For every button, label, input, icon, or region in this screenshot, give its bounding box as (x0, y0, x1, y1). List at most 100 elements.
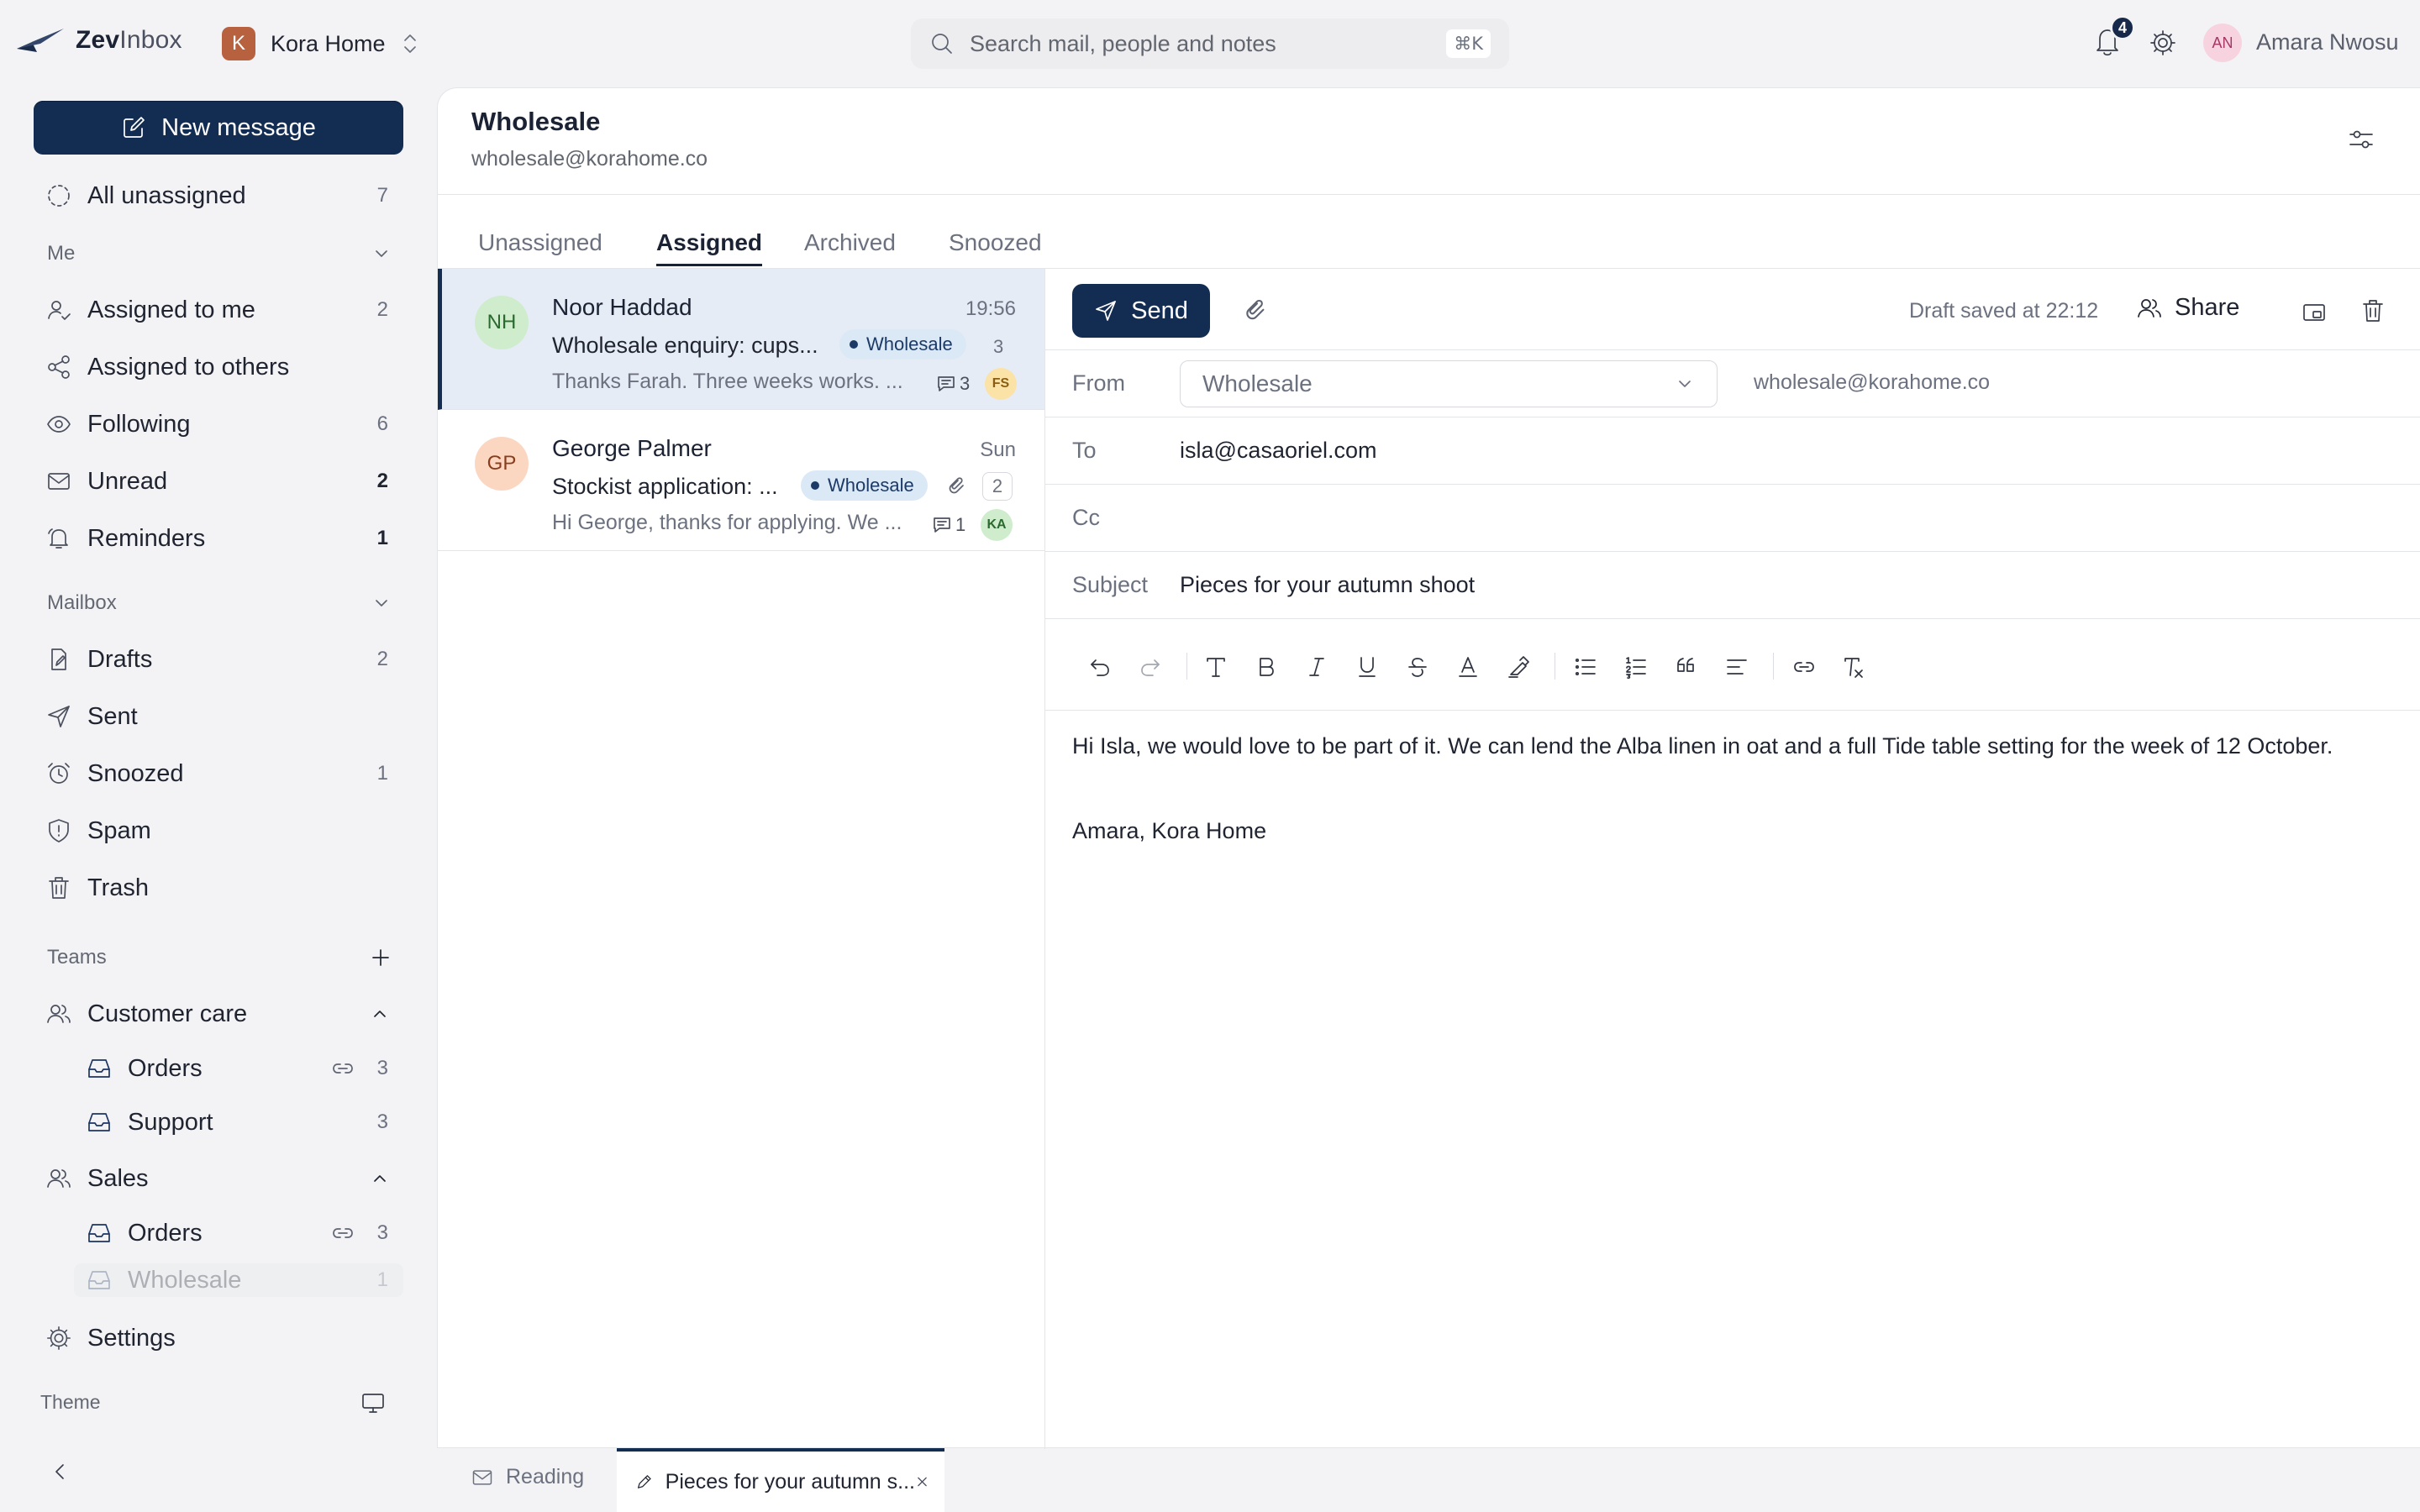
filter-settings-icon[interactable] (2347, 125, 2375, 154)
sidebar-item-settings[interactable]: Settings (34, 1314, 403, 1362)
sidebar-item-following[interactable]: Following 6 (34, 400, 403, 449)
team-inbox-orders[interactable]: Orders 3 (74, 1210, 403, 1257)
sidebar-item-assigned-to-me[interactable]: Assigned to me 2 (34, 286, 403, 334)
conversation-time: Sun (980, 438, 1016, 461)
from-label: From (1072, 370, 1125, 396)
team-inbox-label: Support (128, 1108, 213, 1136)
quote-icon[interactable] (1674, 654, 1699, 680)
numbered-list-icon[interactable] (1623, 654, 1649, 680)
subject-field[interactable]: Pieces for your autumn shoot (1180, 572, 1475, 598)
sidebar-item-count: 2 (376, 298, 388, 321)
mail-icon (472, 1469, 492, 1485)
inbox-icon (86, 1220, 114, 1247)
user-name[interactable]: Amara Nwosu (2256, 29, 2399, 55)
trash-icon (45, 874, 74, 901)
attachment-icon[interactable] (1244, 297, 1270, 324)
app-logo[interactable]: ZevInbox (15, 24, 182, 57)
workspace-switcher[interactable]: K Kora Home (222, 25, 419, 62)
tab-unassigned[interactable]: Unassigned (478, 229, 602, 266)
link-icon[interactable] (1791, 654, 1817, 680)
new-message-button[interactable]: New message (34, 101, 403, 155)
from-selected-value: Wholesale (1202, 370, 1313, 396)
inbox-icon (86, 1109, 114, 1136)
tab-snoozed[interactable]: Snoozed (949, 229, 1042, 266)
trash-icon[interactable] (2360, 297, 2386, 324)
collapse-sidebar-icon[interactable] (49, 1460, 72, 1483)
redo-icon[interactable] (1138, 654, 1163, 680)
sidebar-item-drafts[interactable]: Drafts 2 (34, 635, 403, 684)
team-inbox-label: Orders (128, 1219, 203, 1247)
share-button[interactable]: Share (2136, 294, 2239, 322)
conversation-subject: Wholesale enquiry: cups... (552, 333, 818, 358)
bullet-list-icon[interactable] (1573, 654, 1598, 680)
user-avatar[interactable]: AN (2203, 24, 2242, 62)
popout-window-icon[interactable] (2301, 299, 2328, 326)
tab-draft[interactable]: Pieces for your autumn s... (617, 1448, 944, 1512)
message-count: 2 (982, 472, 1013, 501)
tab-archived[interactable]: Archived (804, 229, 896, 266)
undo-icon[interactable] (1087, 654, 1113, 680)
search-bar[interactable]: ⌘K (911, 18, 1509, 69)
sidebar-item-reminders[interactable]: Reminders 1 (34, 514, 403, 563)
clear-format-icon[interactable] (1842, 654, 1867, 680)
close-icon[interactable] (915, 1473, 929, 1491)
strikethrough-icon[interactable] (1405, 654, 1430, 680)
sidebar-item-unread[interactable]: Unread 2 (34, 457, 403, 506)
italic-icon[interactable] (1304, 654, 1329, 680)
send-button[interactable]: Send (1072, 284, 1210, 338)
gear-icon[interactable] (2149, 29, 2177, 57)
to-field[interactable]: isla@casaoriel.com (1180, 438, 1376, 464)
monitor-icon[interactable] (360, 1389, 387, 1416)
sidebar-item-sent[interactable]: Sent (34, 692, 403, 741)
search-input[interactable] (970, 30, 1447, 57)
section-label: Teams (47, 946, 107, 969)
tab-reading-label: Reading (506, 1465, 585, 1488)
conversation-item[interactable]: NH Noor Haddad 19:56 Wholesale enquiry: … (438, 269, 1044, 410)
sidebar-item-label: Drafts (87, 645, 153, 673)
workspace-avatar: K (222, 27, 255, 60)
sidebar-item-all-unassigned[interactable]: All unassigned 7 (34, 171, 403, 220)
send-icon (1096, 301, 1116, 321)
team-inbox-wholesale[interactable]: Wholesale 1 (74, 1263, 403, 1297)
notes-number: 1 (955, 514, 966, 535)
bold-icon[interactable] (1254, 654, 1279, 680)
conversation-sender: Noor Haddad (552, 294, 692, 320)
sidebar-item-snoozed[interactable]: Snoozed 1 (34, 749, 403, 798)
team-inbox-count: 3 (376, 1057, 388, 1079)
link-icon (332, 1063, 353, 1074)
team-sales[interactable]: Sales (34, 1154, 403, 1203)
team-inbox-support[interactable]: Support 3 (74, 1099, 403, 1146)
team-inbox-count: 1 (376, 1268, 388, 1291)
text-color-icon[interactable] (1455, 654, 1481, 680)
chevron-up-icon (374, 1175, 386, 1182)
conversation-item[interactable]: GP George Palmer Sun Stockist applicatio… (438, 410, 1044, 551)
message-signature[interactable]: Amara, Kora Home (1072, 818, 1266, 844)
assignee-avatar: FS (985, 368, 1017, 400)
sidebar-item-trash[interactable]: Trash (34, 864, 403, 912)
message-body[interactable]: Hi Isla, we would love to be part of it.… (1072, 729, 2391, 763)
cc-field[interactable] (1180, 505, 2356, 532)
subject-label: Subject (1072, 572, 1149, 597)
section-mailbox[interactable]: Mailbox (47, 586, 392, 620)
team-customer-care[interactable]: Customer care (34, 990, 403, 1038)
sidebar-item-count: 2 (376, 470, 388, 492)
tab-reading[interactable]: Reading (471, 1465, 584, 1489)
from-email: wholesale@korahome.co (1754, 370, 1991, 394)
avatar: GP (475, 437, 529, 491)
align-icon[interactable] (1724, 654, 1749, 680)
highlight-icon[interactable] (1506, 654, 1531, 680)
eye-icon (45, 411, 74, 438)
text-icon[interactable] (1203, 654, 1228, 680)
underline-icon[interactable] (1355, 654, 1380, 680)
add-team-icon[interactable] (370, 947, 392, 969)
section-me[interactable]: Me (47, 237, 392, 270)
from-select[interactable]: Wholesale (1180, 360, 1718, 407)
sidebar-item-spam[interactable]: Spam (34, 806, 403, 855)
sidebar-item-assigned-to-others[interactable]: Assigned to others (34, 343, 403, 391)
search-icon (932, 34, 952, 54)
tab-assigned[interactable]: Assigned (656, 229, 763, 266)
mail-icon (45, 468, 74, 495)
alarm-clock-icon (45, 760, 74, 787)
team-inbox-orders[interactable]: Orders 3 (74, 1045, 403, 1092)
tag-label: Wholesale (828, 475, 914, 496)
